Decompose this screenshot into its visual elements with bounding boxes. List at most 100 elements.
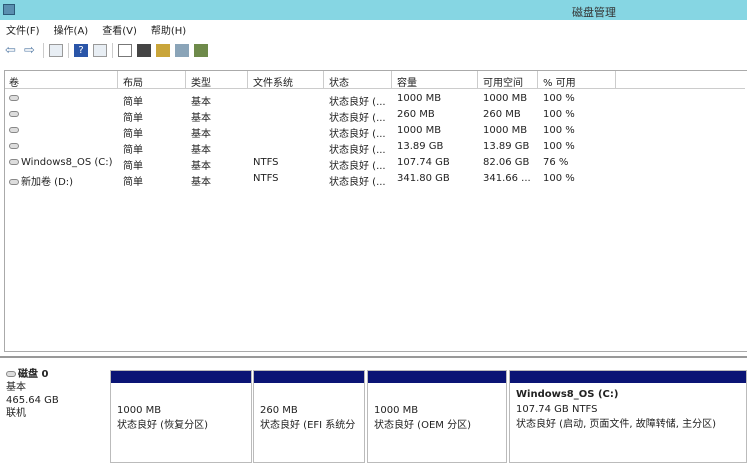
disk-name: 磁盘 0 [18, 369, 49, 380]
cell-free: 1000 MB [483, 93, 527, 104]
settings-icon[interactable] [137, 43, 151, 57]
forward-icon[interactable]: ⇨ [24, 44, 38, 57]
cell-status: 状态良好 (... [329, 93, 386, 108]
cell-layout: 简单 [123, 93, 143, 108]
cell-layout: 简单 [123, 109, 143, 124]
col-capacity[interactable]: 容量 [397, 74, 417, 89]
cell-text: NTFS [253, 157, 279, 168]
cell-text: 82.06 GB [483, 157, 530, 168]
menu-action[interactable]: 操作(A) [54, 22, 89, 37]
cell-free: 13.89 GB [483, 141, 529, 152]
refresh-icon[interactable] [118, 43, 132, 57]
cell-text: 状态良好 (... [329, 177, 386, 188]
map-icon[interactable] [194, 43, 208, 57]
table-row[interactable]: 简单 基本 状态良好 (... 13.89 GB 13.89 GB 100 % [5, 139, 745, 156]
disk-map: 磁盘 0 基本 465.64 GB 联机 1000 MB 状态良好 (恢复分区) 2… [0, 356, 747, 463]
table-row[interactable]: Windows8_OS (C:) 简单 基本 NTFS 状态良好 (... 107.74 … [5, 155, 745, 172]
list-header: 卷 布局 类型 文件系统 状态 容量 可用空间 % 可用 [5, 71, 745, 89]
cell-layout: 简单 [123, 173, 143, 188]
cell-text: NTFS [253, 173, 279, 184]
menu-help[interactable]: 帮助(H) [151, 22, 186, 37]
disk-icon [6, 371, 16, 377]
cell-type: 基本 [191, 125, 211, 140]
cell-status: 状态良好 (... [329, 125, 386, 140]
col-volume[interactable]: 卷 [9, 74, 19, 89]
table-row[interactable]: 简单 基本 状态良好 (... 1000 MB 1000 MB 100 % [5, 123, 745, 140]
cell-free: 82.06 GB [483, 157, 529, 168]
cell-vol [9, 109, 21, 120]
partition-size: 1000 MB [117, 405, 162, 416]
partition-size: 260 MB [260, 405, 298, 416]
cell-pct: 100 % [543, 93, 575, 104]
disk-state: 联机 [6, 408, 26, 419]
cell-vol: Windows8_OS (C:) [9, 157, 113, 168]
toolbar: ⇦ ⇨ ? [0, 39, 747, 61]
cell-cap: 1000 MB [397, 125, 441, 136]
cell-type: 基本 [191, 157, 211, 172]
cell-text: 100 % [543, 93, 575, 104]
cell-pct: 76 % [543, 157, 568, 168]
menu-file[interactable]: 文件(F) [6, 22, 40, 37]
volume-icon [9, 159, 19, 165]
partition-status: 状态良好 (启动, 页面文件, 故障转储, 主分区) [516, 419, 717, 430]
partition-bar [368, 371, 506, 383]
cell-status: 状态良好 (... [329, 141, 386, 156]
partition-block[interactable]: Windows8_OS (C:) 107.74 GB NTFS 状态良好 (启动, … [509, 370, 747, 463]
console-tree-icon[interactable] [49, 43, 63, 57]
volume-icon [9, 95, 19, 101]
cell-vol [9, 93, 21, 104]
col-filesystem[interactable]: 文件系统 [253, 74, 293, 89]
cell-text: 13.89 GB [483, 141, 530, 152]
cell-text: 100 % [543, 109, 575, 120]
col-layout[interactable]: 布局 [123, 74, 143, 89]
cell-text: 1000 MB [483, 93, 528, 104]
col-type[interactable]: 类型 [191, 74, 211, 89]
cell-cap: 107.74 GB [397, 157, 450, 168]
cell-pct: 100 % [543, 109, 575, 120]
open-icon[interactable] [156, 43, 170, 57]
cell-cap: 260 MB [397, 109, 435, 120]
partition-block[interactable]: 1000 MB 状态良好 (OEM 分区) [367, 370, 507, 463]
disk-0-label[interactable]: 磁盘 0 基本 465.64 GB 联机 [6, 368, 106, 420]
cell-status: 状态良好 (... [329, 157, 386, 172]
cell-status: 状态良好 (... [329, 173, 386, 188]
properties-icon[interactable] [93, 43, 107, 57]
volume-icon [9, 179, 19, 185]
cell-vol [9, 141, 21, 152]
partition-block[interactable]: 260 MB 状态良好 (EFI 系统分 [253, 370, 365, 463]
cell-text: 1000 MB [397, 93, 442, 104]
cell-text: 341.80 GB [397, 173, 450, 184]
cell-cap: 1000 MB [397, 93, 441, 104]
toolbar-separator [68, 42, 69, 58]
cell-text: 100 % [543, 125, 575, 136]
back-icon[interactable]: ⇦ [5, 44, 19, 57]
cell-vol [9, 125, 21, 136]
table-row[interactable]: 简单 基本 状态良好 (... 1000 MB 1000 MB 100 % [5, 91, 745, 108]
menu-view[interactable]: 查看(V) [102, 22, 137, 37]
disk-type: 基本 [6, 382, 26, 393]
toolbar-separator [43, 42, 44, 58]
table-row[interactable]: 简单 基本 状态良好 (... 260 MB 260 MB 100 % [5, 107, 745, 124]
partition-block[interactable]: 1000 MB 状态良好 (恢复分区) [110, 370, 252, 463]
cell-text: 260 MB [397, 109, 435, 120]
cell-layout: 简单 [123, 141, 143, 156]
cell-text: 1000 MB [483, 125, 528, 136]
partition-status: 状态良好 (OEM 分区) [374, 420, 471, 431]
help-icon[interactable]: ? [74, 43, 88, 57]
cell-text: 基本 [191, 177, 211, 188]
col-status[interactable]: 状态 [329, 74, 349, 89]
cell-type: 基本 [191, 141, 211, 156]
search-icon[interactable] [175, 43, 189, 57]
cell-text: 简单 [123, 177, 143, 188]
cell-pct: 100 % [543, 125, 575, 136]
cell-type: 基本 [191, 109, 211, 124]
partition-status: 状态良好 (EFI 系统分 [260, 420, 356, 431]
app-icon [3, 4, 15, 15]
col-percent-free[interactable]: % 可用 [543, 74, 576, 89]
col-free-space[interactable]: 可用空间 [483, 74, 523, 89]
table-row[interactable]: 新加卷 (D:) 简单 基本 NTFS 状态良好 (... 341.80 GB 341.66… [5, 171, 745, 188]
partition-bar [254, 371, 364, 383]
title-bar: 磁盘管理 [0, 0, 747, 20]
cell-type: 基本 [191, 173, 211, 188]
cell-text: 13.89 GB [397, 141, 444, 152]
